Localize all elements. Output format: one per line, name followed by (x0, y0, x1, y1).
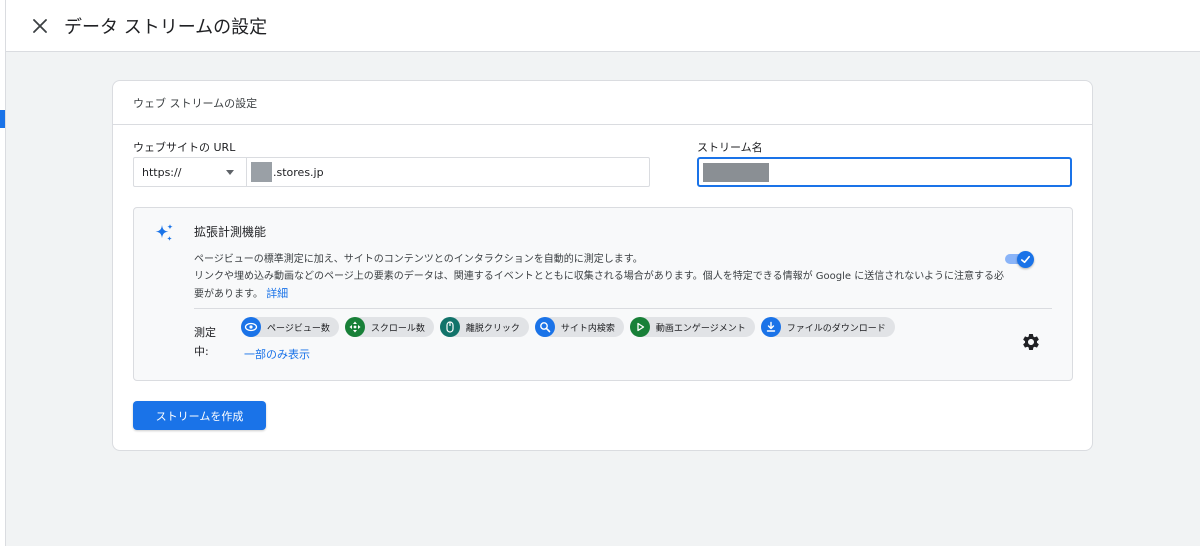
underlying-page-sliver (0, 0, 6, 546)
chip-label: 離脱クリック (465, 323, 520, 334)
enhanced-measurement-toggle[interactable] (1005, 251, 1035, 268)
underlying-selected-item (0, 110, 5, 128)
play-icon (629, 317, 650, 337)
redacted-stream-name (703, 163, 769, 182)
chip-label: スクロール数 (370, 323, 425, 334)
enhanced-measurement-panel: 拡張計測機能 ページビューの標準測定に加え、サイトのコンテンツとのインタラクショ… (133, 207, 1073, 381)
chip-site-search[interactable]: サイト内検索 (534, 317, 624, 337)
protocol-value: https:// (142, 165, 182, 179)
description-line-2: リンクや埋め込み動画などのページ上の要素のデータは、関連するイベントとともに収集… (194, 271, 1005, 300)
web-stream-settings-card: ウェブ ストリームの設定 ウェブサイトの URL https:// .store… (112, 80, 1093, 451)
sparkle-icon (155, 224, 173, 241)
protocol-select[interactable]: https:// (134, 158, 247, 186)
card-header: ウェブ ストリームの設定 (113, 81, 1092, 125)
measurement-chips: ページビュー数 スクロール数 離脱クリック サイト内検索 動画エンゲージメント … (241, 317, 895, 337)
close-button[interactable] (28, 14, 52, 38)
dialog-title: データ ストリームの設定 (64, 16, 268, 38)
gear-icon[interactable] (1021, 332, 1041, 352)
domain-suffix: .stores.jp (273, 165, 324, 179)
stream-name-input[interactable] (697, 157, 1072, 187)
page: データ ストリームの設定 ウェブ ストリームの設定 ウェブサイトの URL ht… (0, 0, 1200, 546)
create-stream-button[interactable]: ストリームを作成 (133, 401, 266, 430)
measuring-label: 測定中: (194, 326, 216, 358)
redacted-subdomain (251, 162, 272, 182)
search-icon (534, 317, 555, 337)
chevron-down-icon (226, 170, 234, 175)
chip-label: サイト内検索 (560, 323, 615, 334)
website-url-label: ウェブサイトの URL (133, 141, 236, 154)
chip-video-engagement[interactable]: 動画エンゲージメント (629, 317, 755, 337)
website-url-field: https:// .stores.jp (133, 157, 650, 187)
enhanced-measurement-description: ページビューの標準測定に加え、サイトのコンテンツとのインタラクションを自動的に測… (194, 251, 1014, 303)
scroll-arrows-icon (344, 317, 365, 337)
chip-outbound-clicks[interactable]: 離脱クリック (439, 317, 529, 337)
dialog-header: データ ストリームの設定 (6, 0, 1200, 52)
divider (194, 308, 1052, 309)
chip-page-views[interactable]: ページビュー数 (241, 317, 339, 337)
chip-label: ページビュー数 (267, 323, 330, 334)
show-partial-link[interactable]: 一部のみ表示 (244, 346, 310, 362)
mouse-icon (439, 317, 460, 337)
toggle-knob (1017, 251, 1034, 268)
details-link[interactable]: 詳細 (266, 287, 288, 300)
check-icon (1021, 255, 1030, 264)
download-icon (760, 317, 781, 337)
description-line-1: ページビューの標準測定に加え、サイトのコンテンツとのインタラクションを自動的に測… (194, 254, 643, 265)
chip-scrolls[interactable]: スクロール数 (344, 317, 434, 337)
domain-input[interactable]: .stores.jp (247, 158, 649, 186)
close-icon (33, 18, 47, 33)
eye-icon (241, 317, 261, 337)
chip-label: ファイルのダウンロード (786, 323, 886, 334)
stream-name-label: ストリーム名 (697, 141, 763, 154)
chip-file-downloads[interactable]: ファイルのダウンロード (760, 317, 895, 337)
chip-label: 動画エンゲージメント (655, 323, 746, 334)
enhanced-measurement-title: 拡張計測機能 (194, 225, 267, 239)
